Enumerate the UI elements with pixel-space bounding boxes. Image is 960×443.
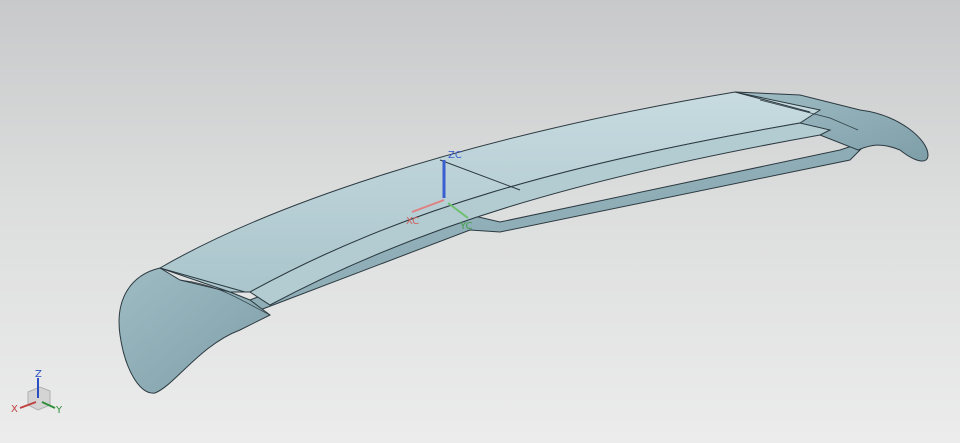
model-view[interactable]: ZC XC YC Z X Y: [0, 0, 960, 443]
zc-label: ZC: [448, 150, 462, 161]
graphics-window[interactable]: ZC XC YC Z X Y: [0, 0, 960, 443]
triad-x-label: X: [11, 404, 18, 415]
xc-label: XC: [406, 216, 419, 227]
triad-y-label: Y: [55, 405, 63, 416]
spoiler-model[interactable]: [118, 91, 929, 394]
yc-label: YC: [459, 221, 473, 232]
view-triad[interactable]: Z X Y: [11, 369, 63, 416]
triad-z-label: Z: [35, 369, 42, 380]
